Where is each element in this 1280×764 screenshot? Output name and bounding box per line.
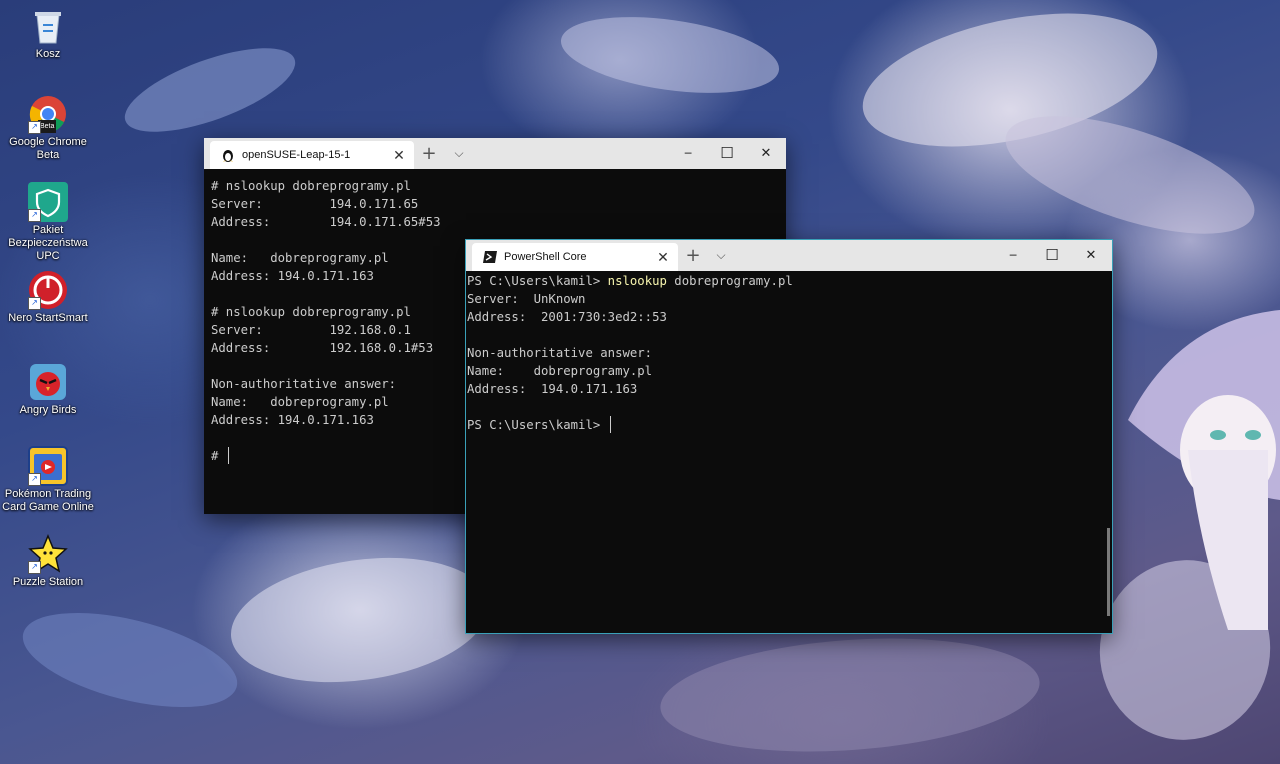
maximize-button[interactable]: ☐ <box>707 138 747 169</box>
tab-close-icon[interactable]: ✕ <box>654 249 672 266</box>
command-args: dobreprogramy.pl <box>666 274 793 288</box>
nero-icon: ↗ <box>28 270 68 310</box>
new-tab-button[interactable]: + <box>678 240 708 271</box>
tux-icon <box>220 147 236 163</box>
tab-close-icon[interactable]: ✕ <box>390 147 408 164</box>
maximize-button[interactable]: ☐ <box>1032 240 1072 271</box>
desktop-icon-label: Nero StartSmart <box>8 312 88 324</box>
terminal-line: # nslookup dobreprogramy.pl <box>211 179 411 193</box>
chrome-beta-icon: Beta ↗ <box>28 94 68 134</box>
star-icon: ↗ <box>28 534 68 574</box>
terminal-line: Non-authoritative answer: <box>467 346 653 360</box>
terminal-line: Name: dobreprogramy.pl <box>467 364 653 378</box>
minimize-button[interactable]: ─ <box>668 138 708 169</box>
desktop-icon-label: Angry Birds <box>19 404 77 416</box>
desktop-icon-chrome-beta[interactable]: Beta ↗ Google Chrome Beta <box>2 94 94 162</box>
shell-prompt: PS C:\Users\kamil> <box>467 274 608 288</box>
desktop-icon-nero[interactable]: ↗ Nero StartSmart <box>2 270 94 325</box>
close-button[interactable]: ✕ <box>746 138 786 169</box>
shortcut-arrow-icon: ↗ <box>28 121 41 134</box>
terminal-output[interactable]: PS C:\Users\kamil> nslookup dobreprogram… <box>467 272 1106 633</box>
powershell-terminal-window[interactable]: PowerShell Core ✕ + ⌵ ─ ☐ ✕ PS C:\Users\… <box>465 239 1113 634</box>
desktop-icon-label: Pokémon Trading Card Game Online <box>2 488 94 513</box>
text-cursor <box>227 447 229 464</box>
scrollbar[interactable] <box>1107 528 1110 616</box>
shortcut-arrow-icon: ↗ <box>28 561 41 574</box>
terminal-line: Address: 194.0.171.65#53 <box>211 215 441 229</box>
shortcut-arrow-icon: ↗ <box>28 473 41 486</box>
shell-prompt: PS C:\Users\kamil> <box>467 418 608 432</box>
tab-powershell[interactable]: PowerShell Core ✕ <box>472 243 678 271</box>
close-button[interactable]: ✕ <box>1071 240 1111 271</box>
tab-opensuse[interactable]: openSUSE-Leap-15-1 ✕ <box>210 141 414 169</box>
desktop-icon-pokemon-tcg[interactable]: ↗ Pokémon Trading Card Game Online <box>2 446 94 514</box>
tab-dropdown-button[interactable]: ⌵ <box>706 240 736 271</box>
shortcut-arrow-icon: ↗ <box>28 209 41 222</box>
shortcut-arrow-icon: ↗ <box>28 297 41 310</box>
desktop-icon-recycle-bin[interactable]: Kosz <box>2 6 94 61</box>
title-bar[interactable]: openSUSE-Leap-15-1 ✕ + ⌵ ─ ☐ ✕ <box>204 138 786 169</box>
command-line: PS C:\Users\kamil> nslookup dobreprogram… <box>467 272 1106 290</box>
angry-birds-icon <box>28 362 68 402</box>
minimize-button[interactable]: ─ <box>993 240 1033 271</box>
pokemon-tcg-icon: ↗ <box>28 446 68 486</box>
prompt-line: PS C:\Users\kamil> <box>467 416 1106 434</box>
tab-label: openSUSE-Leap-15-1 <box>242 149 351 161</box>
desktop-icon-angry-birds[interactable]: Angry Birds <box>2 362 94 417</box>
tab-label: PowerShell Core <box>504 251 587 263</box>
desktop-icon-puzzle-station[interactable]: ↗ Puzzle Station <box>2 534 94 589</box>
recycle-bin-icon <box>28 6 68 46</box>
text-cursor <box>609 416 611 433</box>
terminal-line: Server: UnKnown <box>467 292 586 306</box>
upc-shield-icon: ↗ <box>28 182 68 222</box>
character-figure <box>1118 300 1280 640</box>
powershell-icon <box>482 249 498 265</box>
tab-dropdown-button[interactable]: ⌵ <box>444 138 474 169</box>
title-bar[interactable]: PowerShell Core ✕ + ⌵ ─ ☐ ✕ <box>466 240 1112 271</box>
desktop-icon-label: Pakiet Bezpieczeństwa UPC <box>8 224 88 262</box>
shell-prompt: # <box>211 449 226 463</box>
terminal-line: Address: 194.0.171.163 <box>467 382 638 396</box>
desktop-icon-label: Google Chrome Beta <box>9 136 87 161</box>
terminal-line: Server: 194.0.171.65 <box>211 197 419 211</box>
desktop-icon-upc-security[interactable]: ↗ Pakiet Bezpieczeństwa UPC <box>2 182 94 263</box>
desktop-icon-label: Puzzle Station <box>12 576 84 588</box>
desktop-icon-label: Kosz <box>35 48 61 60</box>
terminal-line: Address: 2001:730:3ed2::53 <box>467 310 667 324</box>
command-name: nslookup <box>607 274 667 288</box>
new-tab-button[interactable]: + <box>414 138 444 169</box>
